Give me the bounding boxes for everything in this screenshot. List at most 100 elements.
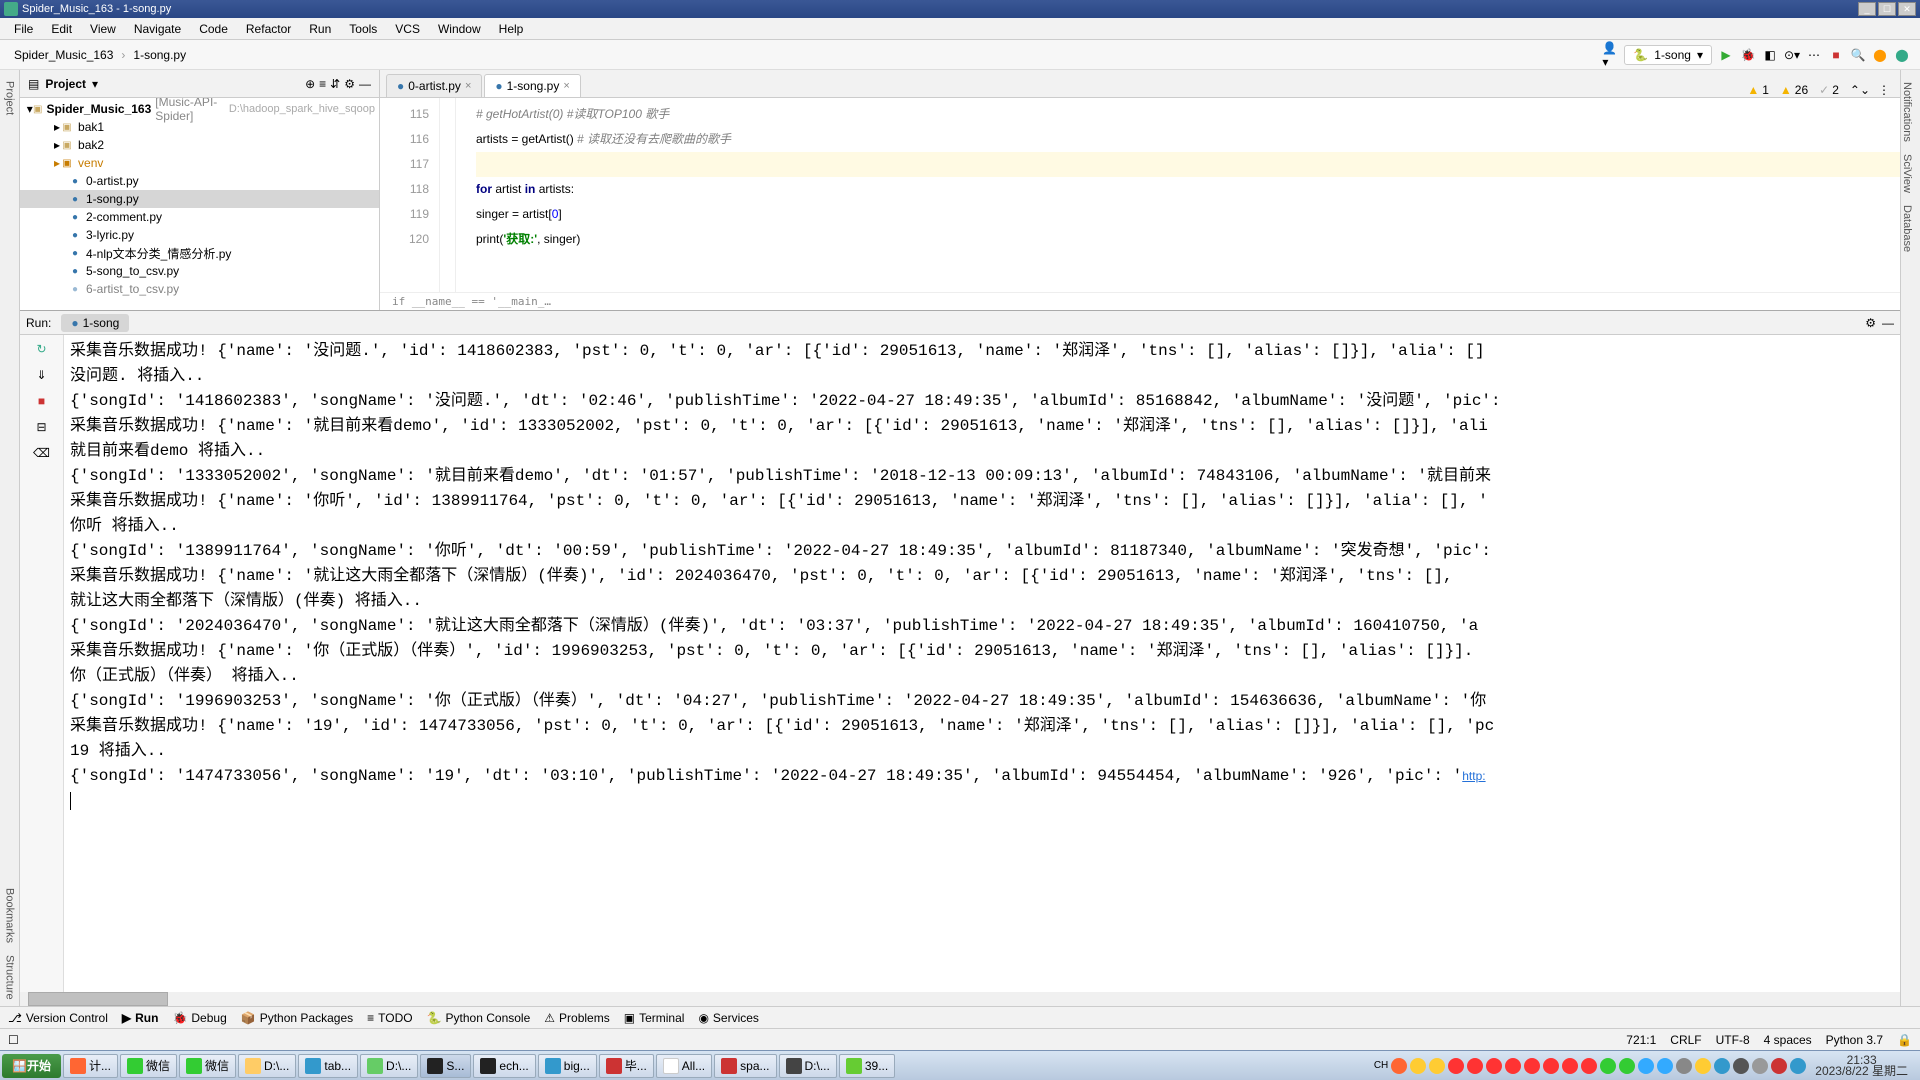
menu-navigate[interactable]: Navigate: [126, 20, 189, 38]
problems-badge[interactable]: ▲1: [1747, 83, 1772, 97]
user-icon[interactable]: 👤▾: [1602, 47, 1618, 63]
taskbar-item[interactable]: 微信: [179, 1054, 236, 1078]
tray-icon[interactable]: [1429, 1058, 1445, 1074]
tray-icon[interactable]: [1543, 1058, 1559, 1074]
tree-item-3lyric[interactable]: ●3-lyric.py: [20, 226, 379, 244]
tray-icon[interactable]: [1600, 1058, 1616, 1074]
taskbar-item[interactable]: 毕...: [599, 1054, 654, 1078]
tool-python-packages[interactable]: 📦 Python Packages: [241, 1011, 353, 1025]
menu-vcs[interactable]: VCS: [387, 20, 428, 38]
chevron-down-icon[interactable]: ▾: [92, 77, 98, 91]
run-tab[interactable]: ● 1-song: [61, 314, 129, 332]
tree-item-4nlp[interactable]: ●4-nlp文本分类_情感分析.py: [20, 244, 379, 262]
ime-indicator[interactable]: CH: [1374, 1060, 1388, 1071]
tray-icon[interactable]: [1771, 1058, 1787, 1074]
taskbar-item[interactable]: ech...: [473, 1054, 535, 1078]
warnings-badge[interactable]: ▲26: [1780, 83, 1811, 97]
taskbar-item-active[interactable]: S...: [420, 1054, 471, 1078]
tray-icon[interactable]: [1714, 1058, 1730, 1074]
expand-icon[interactable]: ⌃⌄: [1850, 83, 1870, 97]
gear-icon[interactable]: ⚙: [1865, 316, 1876, 330]
code-editor[interactable]: 115116117118119120 # getHotArtist(0) #读取…: [380, 98, 1900, 292]
maximize-button[interactable]: ☐: [1878, 2, 1896, 16]
profile-button[interactable]: ⊙▾: [1784, 47, 1800, 63]
taskbar-item[interactable]: D:\...: [360, 1054, 418, 1078]
search-everywhere-button[interactable]: 🔍: [1850, 47, 1866, 63]
tool-todo[interactable]: ≡ TODO: [367, 1011, 412, 1025]
close-icon[interactable]: ×: [465, 80, 471, 92]
tray-icon[interactable]: [1410, 1058, 1426, 1074]
ide-settings-icon[interactable]: ⬤: [1894, 47, 1910, 63]
tool-version-control[interactable]: ⎇ Version Control: [8, 1011, 108, 1025]
tray-icon[interactable]: [1676, 1058, 1692, 1074]
close-button[interactable]: ✕: [1898, 2, 1916, 16]
run-configuration-selector[interactable]: 🐍 1-song ▾: [1624, 45, 1712, 65]
clear-button[interactable]: ⌫: [34, 445, 50, 461]
stop-button[interactable]: ■: [34, 393, 50, 409]
tray-icon[interactable]: [1790, 1058, 1806, 1074]
tree-item-2comment[interactable]: ●2-comment.py: [20, 208, 379, 226]
status-position[interactable]: 721:1: [1626, 1033, 1656, 1047]
status-indent[interactable]: 4 spaces: [1764, 1033, 1812, 1047]
tray-icon[interactable]: [1562, 1058, 1578, 1074]
coverage-button[interactable]: ◧: [1762, 47, 1778, 63]
tree-item-6csv[interactable]: ●6-artist_to_csv.py: [20, 280, 379, 298]
hide-icon[interactable]: —: [359, 77, 371, 91]
taskbar-item[interactable]: All...: [656, 1054, 712, 1078]
debug-button[interactable]: 🐞: [1740, 47, 1756, 63]
horizontal-scrollbar[interactable]: [20, 992, 1900, 1006]
breadcrumb-root[interactable]: Spider_Music_163: [10, 46, 117, 64]
notifications-tool-button[interactable]: Notifications: [1901, 76, 1913, 148]
taskbar-item[interactable]: 微信: [120, 1054, 177, 1078]
menu-code[interactable]: Code: [191, 20, 236, 38]
tool-run[interactable]: ▶ Run: [122, 1011, 159, 1025]
taskbar-item[interactable]: 39...: [839, 1054, 895, 1078]
breadcrumb-file[interactable]: 1-song.py: [129, 46, 190, 64]
fold-gutter[interactable]: [440, 98, 456, 292]
code-breadcrumb[interactable]: if __name__ == '__main_…: [380, 292, 1900, 310]
editor-tab-0artist[interactable]: ● 0-artist.py ×: [386, 74, 482, 97]
project-tool-button[interactable]: Project: [4, 75, 16, 121]
console-output[interactable]: 采集音乐数据成功! {'name': '没问题.', 'id': 1418602…: [64, 335, 1900, 992]
lock-icon[interactable]: 🔒: [1897, 1033, 1912, 1047]
hide-icon[interactable]: —: [1882, 316, 1894, 330]
taskbar-item[interactable]: big...: [538, 1054, 597, 1078]
layout-button[interactable]: ⊟: [34, 419, 50, 435]
tray-icon[interactable]: [1752, 1058, 1768, 1074]
taskbar-item[interactable]: spa...: [714, 1054, 776, 1078]
tree-item-1song[interactable]: ●1-song.py: [20, 190, 379, 208]
tray-icon[interactable]: [1657, 1058, 1673, 1074]
status-interpreter[interactable]: Python 3.7: [1826, 1033, 1883, 1047]
tree-item-5csv[interactable]: ●5-song_to_csv.py: [20, 262, 379, 280]
menu-help[interactable]: Help: [491, 20, 532, 38]
gear-icon[interactable]: ⚙: [344, 77, 355, 91]
tray-icon[interactable]: [1505, 1058, 1521, 1074]
menu-window[interactable]: Window: [430, 20, 489, 38]
tray-icon[interactable]: [1619, 1058, 1635, 1074]
structure-tool-button[interactable]: Structure: [4, 949, 16, 1006]
tree-item-venv[interactable]: ▸▣venv: [20, 154, 379, 172]
tray-icon[interactable]: [1638, 1058, 1654, 1074]
taskbar-item[interactable]: 计...: [63, 1054, 118, 1078]
sciview-tool-button[interactable]: SciView: [1901, 148, 1913, 199]
status-line-ending[interactable]: CRLF: [1670, 1033, 1701, 1047]
tray-icon[interactable]: [1733, 1058, 1749, 1074]
tray-icon[interactable]: [1448, 1058, 1464, 1074]
menu-file[interactable]: File: [6, 20, 41, 38]
run-button[interactable]: ▶: [1718, 47, 1734, 63]
more-icon[interactable]: ⋮: [1878, 83, 1890, 97]
rerun-button[interactable]: ↻: [34, 341, 50, 357]
expand-all-icon[interactable]: ≡: [319, 77, 326, 91]
tool-python-console[interactable]: 🐍 Python Console: [427, 1011, 531, 1025]
taskbar-clock[interactable]: 21:33 2023/8/22 星期二: [1809, 1055, 1914, 1077]
tool-debug[interactable]: 🐞 Debug: [172, 1011, 226, 1025]
menu-refactor[interactable]: Refactor: [238, 20, 299, 38]
minimize-button[interactable]: _: [1858, 2, 1876, 16]
step-button[interactable]: ⇓: [34, 367, 50, 383]
tray-icon[interactable]: [1486, 1058, 1502, 1074]
tree-root[interactable]: ▾ ▣ Spider_Music_163 [Music-API-Spider] …: [20, 100, 379, 118]
collapse-all-icon[interactable]: ⇵: [330, 77, 340, 91]
menu-edit[interactable]: Edit: [43, 20, 80, 38]
status-encoding[interactable]: UTF-8: [1716, 1033, 1750, 1047]
tray-icon[interactable]: [1695, 1058, 1711, 1074]
